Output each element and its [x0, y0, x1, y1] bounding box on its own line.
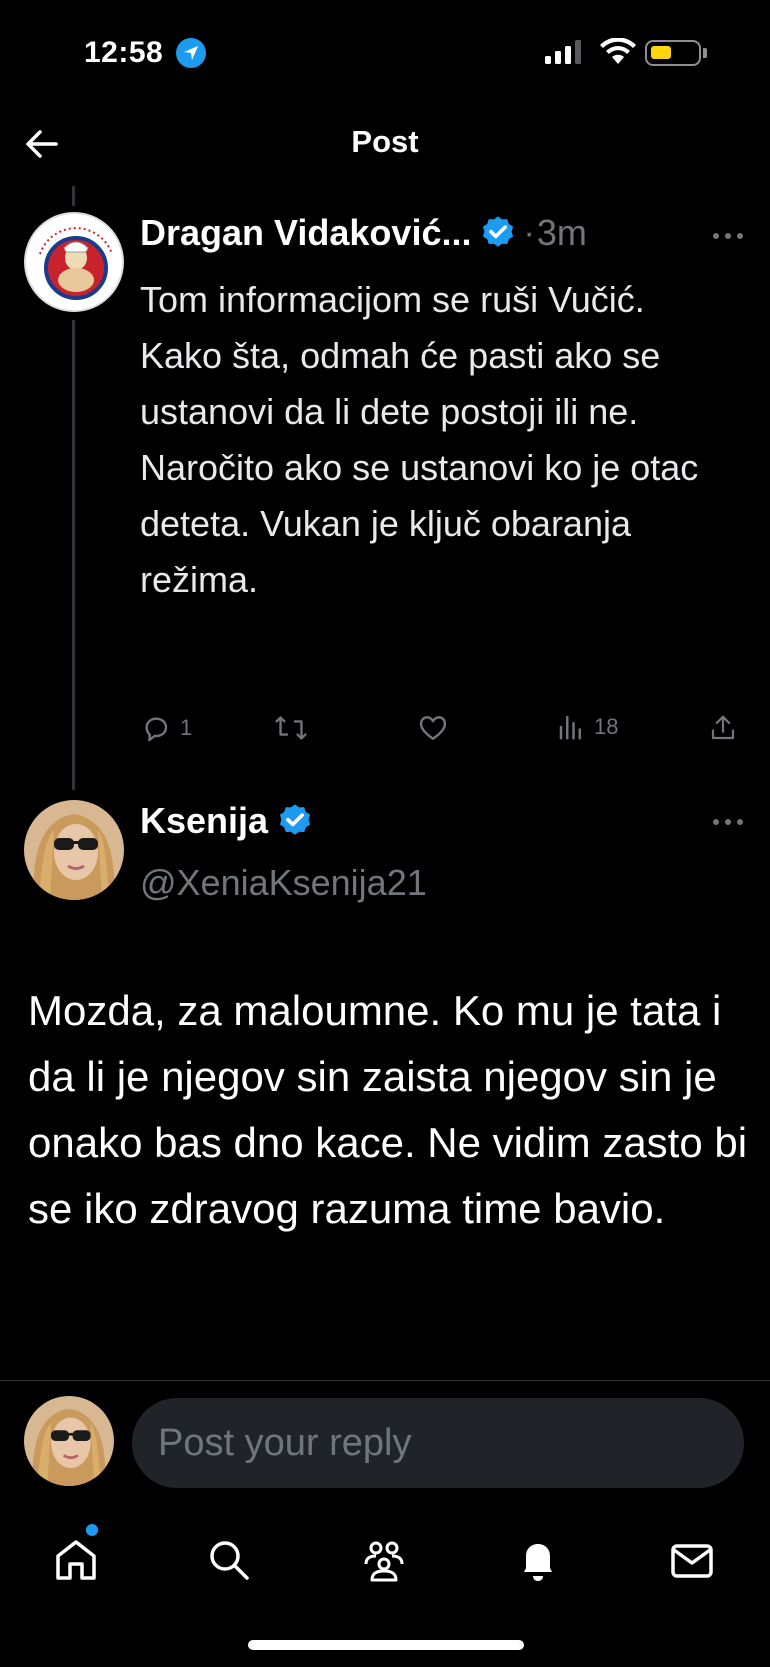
more-icon[interactable] [708, 812, 748, 832]
repost-icon [275, 716, 307, 740]
verified-badge-icon [280, 804, 311, 835]
avatar-logo-image [28, 216, 122, 310]
home-icon[interactable] [50, 1534, 102, 1586]
reply-input[interactable]: Post your reply [132, 1398, 744, 1488]
reply-button[interactable]: 1 [140, 712, 192, 744]
home-indicator [248, 1640, 524, 1650]
search-icon[interactable] [203, 1534, 255, 1586]
more-icon[interactable] [708, 226, 748, 246]
avatar-photo-image [24, 1396, 114, 1486]
reply-placeholder: Post your reply [158, 1421, 412, 1464]
reply-count: 1 [180, 715, 193, 740]
messages-icon[interactable] [666, 1534, 718, 1586]
communities-icon[interactable] [358, 1534, 410, 1586]
author-name[interactable]: Dragan Vidaković... [140, 212, 471, 254]
location-arrow-icon [176, 38, 206, 68]
author-name[interactable]: Ksenija [140, 800, 268, 842]
status-bar: 12:58 [0, 0, 770, 100]
views-icon [559, 715, 581, 740]
avatar [24, 1396, 114, 1486]
avatar[interactable] [24, 212, 124, 312]
nav-header: Post [0, 100, 770, 188]
verified-badge-icon [483, 216, 514, 247]
like-button[interactable] [416, 712, 450, 744]
views-button[interactable]: 18 [556, 712, 618, 742]
views-count: 18 [594, 714, 619, 739]
main-post-text: Mozda, za maloumne. Ko mu je tata i da l… [28, 987, 748, 1232]
divider [0, 1380, 770, 1381]
parent-post-header: Dragan Vidaković... · 3m [140, 212, 700, 254]
thread-line [72, 186, 75, 206]
home-notification-dot [86, 1524, 98, 1536]
battery-nub [703, 48, 707, 58]
share-icon [711, 715, 735, 740]
thread-line [72, 320, 75, 790]
avatar[interactable] [24, 800, 124, 900]
battery-icon [645, 40, 701, 66]
like-icon [419, 716, 447, 740]
page-title: Post [351, 124, 419, 159]
post-timestamp: 3m [536, 212, 587, 253]
share-button[interactable] [708, 712, 738, 744]
cellular-signal-icon [545, 40, 581, 64]
notifications-icon[interactable] [512, 1534, 564, 1586]
separator-dot: · [523, 213, 535, 252]
repost-button[interactable] [274, 712, 308, 744]
avatar-photo-image [24, 800, 124, 900]
reply-icon [145, 717, 168, 742]
battery-level [651, 46, 671, 59]
main-post-header: Ksenija [140, 800, 314, 842]
status-time: 12:58 [84, 36, 164, 69]
post-actions: 1 18 [140, 712, 740, 752]
author-handle[interactable]: @XeniaKsenija21 [140, 862, 427, 904]
wifi-icon [600, 38, 636, 64]
parent-post-text: Tom informacijom se ruši Vučić. Kako šta… [140, 279, 699, 600]
